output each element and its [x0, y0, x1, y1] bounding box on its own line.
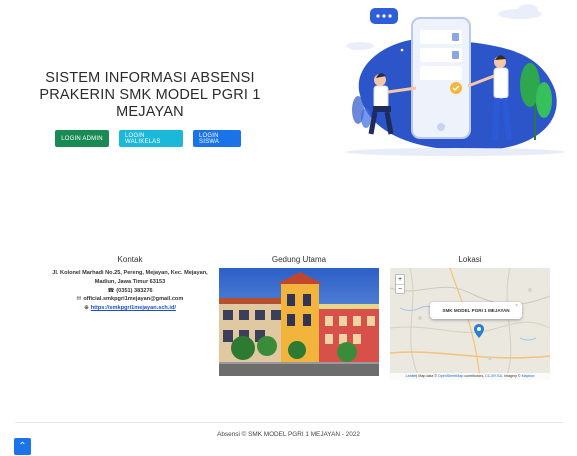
- footer-divider: [15, 422, 563, 423]
- phone-icon: ☎: [107, 287, 115, 294]
- contact-phone-row: ☎ (0351) 383276: [45, 287, 215, 296]
- osm-link[interactable]: OpenStreetMap: [438, 374, 463, 378]
- contact-email: official.smkpgri1mejayan@gmail.com: [83, 296, 184, 303]
- login-button-group: LOGIN ADMIN LOGIN WALIKELAS LOGIN SISWA: [55, 130, 241, 147]
- back-to-top-button[interactable]: ⌃: [14, 438, 31, 455]
- hero-illustration: [340, 0, 577, 165]
- close-icon[interactable]: ×: [515, 303, 518, 309]
- map-popup-label: SMK MODEL PGRI 1 MEJAYAN: [442, 308, 510, 313]
- footer-copyright: Absensi © SMK MODEL PGRI 1 MEJAYAN - 202…: [217, 431, 360, 438]
- contact-website-row: ⊕ https://smkpgri1mejayan.sch.id/: [45, 304, 215, 313]
- map-zoom-control: + −: [395, 274, 405, 294]
- gedung-title: Gedung Utama: [271, 255, 327, 264]
- login-admin-button[interactable]: LOGIN ADMIN: [55, 130, 109, 147]
- contact-title: Kontak: [117, 255, 143, 264]
- map-attribution: Leaflet| Map data © OpenStreetMap contri…: [390, 373, 550, 380]
- zoom-out-button[interactable]: −: [396, 284, 404, 293]
- contact-details: Jl. Kolonel Marhadi No.25, Pereng, Mejay…: [45, 269, 215, 313]
- mail-icon: ✉: [76, 296, 82, 303]
- gedung-section: Gedung Utama: [219, 255, 379, 376]
- building-photo: [219, 268, 379, 376]
- page-title: SISTEM INFORMASI ABSENSI PRAKERIN SMK MO…: [39, 70, 261, 120]
- mapbox-link[interactable]: Mapbox: [522, 374, 535, 378]
- globe-icon: ⊕: [84, 305, 89, 312]
- chevron-up-icon: ⌃: [18, 441, 27, 452]
- attribution-imagery: , Imagery ©: [501, 374, 522, 378]
- leaflet-link[interactable]: Leaflet: [406, 374, 417, 378]
- contact-phone: (0351) 383276: [116, 287, 153, 294]
- login-walikelas-button[interactable]: LOGIN WALIKELAS: [119, 130, 183, 147]
- attribution-contrib: contributors,: [463, 374, 486, 378]
- location-map[interactable]: + − SMK MODEL PGRI 1 MEJAYAN × Leaflet| …: [390, 268, 550, 380]
- contact-address: Jl. Kolonel Marhadi No.25, Pereng, Mejay…: [52, 270, 208, 285]
- attribution-text: | Map data ©: [416, 374, 438, 378]
- contact-section: Kontak Jl. Kolonel Marhadi No.25, Pereng…: [45, 255, 215, 313]
- cc-link[interactable]: CC-BY-SA: [485, 374, 502, 378]
- login-siswa-button[interactable]: LOGIN SISWA: [193, 130, 241, 147]
- lokasi-section: Lokasi + − SMK MODEL PGRI 1 MEJAYAN × Le…: [390, 255, 550, 380]
- lokasi-title: Lokasi: [458, 255, 482, 264]
- map-marker-icon[interactable]: [474, 324, 484, 338]
- contact-email-row: ✉ official.smkpgri1mejayan@gmail.com: [45, 295, 215, 304]
- website-link[interactable]: https://smkpgri1mejayan.sch.id/: [91, 305, 176, 311]
- map-popup: SMK MODEL PGRI 1 MEJAYAN ×: [430, 302, 522, 319]
- hero-section: SISTEM INFORMASI ABSENSI PRAKERIN SMK MO…: [30, 70, 270, 121]
- zoom-in-button[interactable]: +: [396, 275, 404, 284]
